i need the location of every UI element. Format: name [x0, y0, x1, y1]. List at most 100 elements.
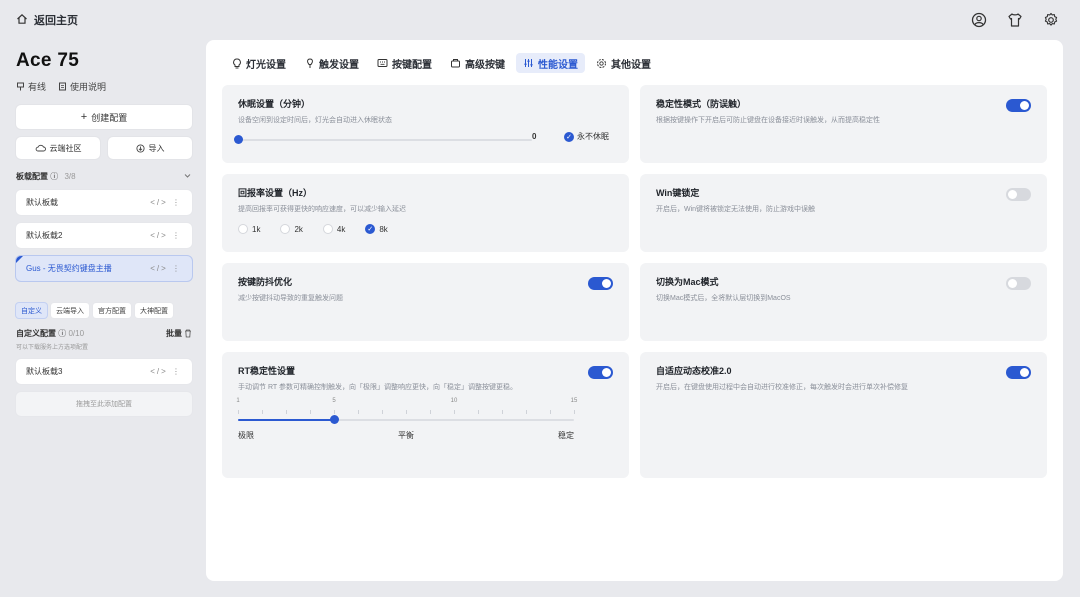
sleep-value: 0	[532, 132, 537, 141]
debounce-toggle[interactable]	[588, 277, 613, 290]
create-profile-label: 创建配置	[91, 112, 128, 123]
board-section-header[interactable]: 板载配置 ⓘ 3/8	[16, 171, 192, 182]
card-title: 按键防抖优化	[238, 277, 293, 287]
rt-tick	[454, 410, 455, 414]
mac-mode-card: 切换为Mac模式 切换Mac模式后，全将默认层切换到MacOS	[640, 263, 1047, 341]
wired-label: 有线	[28, 82, 47, 92]
card-title: 自适应动态校准2.0	[656, 366, 732, 376]
profile-name: Gus - 无畏契约键盘主播	[26, 264, 112, 273]
winlock-toggle[interactable]	[1006, 188, 1031, 201]
chip-official[interactable]: 官方配置	[93, 303, 131, 318]
settings-icon[interactable]	[1042, 11, 1060, 29]
profile-item[interactable]: 默认板载2 </> ⋮	[16, 223, 192, 248]
plus-icon: +	[80, 111, 88, 123]
profile-item[interactable]: 默认板载 </> ⋮	[16, 190, 192, 215]
rate-option-2k[interactable]: 2k	[280, 224, 303, 234]
sliders-icon	[523, 58, 534, 69]
rate-label: 1k	[252, 224, 261, 234]
rt-track[interactable]	[238, 415, 574, 424]
chip-cloud-import[interactable]: 云端导入	[51, 303, 89, 318]
rt-stability-card: RT稳定性设置 手动调节 RT 参数可精确控制触发，向「极限」调整响应更快，向「…	[222, 352, 629, 478]
rate-option-1k[interactable]: 1k	[238, 224, 260, 234]
chip-custom[interactable]: 自定义	[16, 303, 47, 318]
home-link[interactable]: 返回主页	[16, 12, 78, 28]
sidebar: Ace 75 有线 使用说明 + 创建配置 云端社区 导入 板载配置 ⓘ 3/8…	[16, 50, 192, 416]
custom-section-label: 自定义配置	[16, 329, 56, 338]
rt-scale-number: 5	[332, 398, 336, 404]
profile-item-active[interactable]: Gus - 无畏契约键盘主播 </> ⋮	[16, 256, 192, 281]
settings-tabs: 灯光设置 触发设置 按键配置 高级按键 性能设置 其他设置	[224, 53, 658, 73]
rt-tick	[238, 410, 239, 414]
tab-performance[interactable]: 性能设置	[516, 53, 585, 73]
create-profile-button[interactable]: + 创建配置	[16, 105, 192, 129]
board-section-label: 板载配置	[16, 172, 48, 181]
tab-advanced-keys[interactable]: 高级按键	[443, 53, 512, 73]
card-desc: 减少按键抖动导致的重复触发问题	[238, 295, 343, 302]
account-icon[interactable]	[970, 11, 988, 29]
rt-slider[interactable]: 1 5 10 15 极限 平衡 稳定	[236, 398, 577, 441]
profile-ops[interactable]: </> ⋮	[150, 231, 182, 240]
auto-calibration-toggle[interactable]	[1006, 366, 1031, 379]
debounce-card: 按键防抖优化 减少按键抖动导致的重复触发问题	[222, 263, 629, 341]
rt-labels: 极限 平衡 稳定	[238, 430, 574, 441]
radio-icon	[280, 224, 291, 234]
tab-trigger[interactable]: 触发设置	[297, 53, 366, 73]
custom-profile-item[interactable]: 默认板载3 </> ⋮	[16, 359, 192, 384]
rt-tick	[502, 410, 503, 414]
info-icon: ⓘ	[50, 172, 59, 181]
custom-section-header: 自定义配置 ⓘ 0/10 批量	[16, 328, 192, 339]
manual-label: 使用说明	[70, 82, 107, 92]
card-desc: 设备空闲到设定时间后，灯光会自动进入休眠状态	[238, 117, 392, 124]
theme-icon[interactable]	[1006, 11, 1024, 29]
profile-ops[interactable]: </> ⋮	[150, 264, 182, 273]
rt-tick	[334, 410, 335, 414]
cloud-community-label: 云端社区	[49, 143, 82, 153]
batch-button[interactable]: 批量	[166, 328, 192, 339]
rate-label: 4k	[336, 224, 346, 234]
rt-tick	[310, 410, 311, 414]
sleep-slider[interactable]	[234, 135, 532, 144]
gear-icon	[596, 58, 607, 69]
tab-label: 按键配置	[392, 59, 432, 71]
home-label: 返回主页	[34, 15, 78, 27]
tab-label: 灯光设置	[246, 59, 286, 71]
chevron-down-icon[interactable]	[183, 171, 192, 182]
tab-other[interactable]: 其他设置	[589, 53, 658, 73]
import-button[interactable]: 导入	[108, 137, 192, 159]
tab-lighting[interactable]: 灯光设置	[224, 53, 293, 73]
card-title: RT稳定性设置	[238, 366, 295, 376]
drop-zone[interactable]: 拖拽至此添加配置	[16, 392, 192, 416]
tab-key-mapping[interactable]: 按键配置	[370, 53, 439, 73]
card-desc: 根据按键操作下开启后可防止键盘在设备接近时误触发，从而提高稳定性	[656, 117, 880, 124]
usb-icon	[17, 82, 24, 91]
bulb-icon	[231, 57, 242, 69]
profile-source-chips: 自定义 云端导入 官方配置 大神配置	[16, 303, 192, 318]
rt-tick	[430, 410, 431, 414]
manual-link[interactable]: 使用说明	[58, 80, 106, 93]
home-icon	[16, 13, 28, 28]
app-window: 返回主页 Ace 75 有线 使用说明 + 创建配置 云端社区 导入 板载配置 …	[0, 0, 1080, 597]
rate-label: 8k	[379, 224, 388, 234]
profile-name: 默认板载	[26, 198, 58, 207]
profile-ops[interactable]: </> ⋮	[150, 198, 182, 207]
chip-expert[interactable]: 大神配置	[135, 303, 173, 318]
cloud-icon	[35, 144, 46, 152]
rate-option-4k[interactable]: 4k	[322, 224, 346, 234]
advanced-key-icon	[450, 58, 461, 69]
card-desc: 开启后，Win键将被锁定无法使用，防止游戏中误触	[656, 206, 816, 213]
rate-option-8k[interactable]: ✓ 8k	[365, 224, 388, 234]
stability-toggle[interactable]	[1006, 99, 1031, 112]
card-title: Win键锁定	[656, 188, 700, 198]
never-sleep-checkbox[interactable]: ✓ 永不休眠	[564, 131, 609, 142]
profile-name: 默认板载3	[26, 367, 63, 376]
main-panel: 灯光设置 触发设置 按键配置 高级按键 性能设置 其他设置 休眠设置（分钟） 设…	[206, 40, 1063, 581]
slider-thumb[interactable]	[234, 135, 243, 144]
rt-toggle[interactable]	[588, 366, 613, 379]
stability-card: 稳定性模式（防误触） 根据按键操作下开启后可防止键盘在设备接近时误触发，从而提高…	[640, 85, 1047, 163]
slider-thumb[interactable]	[330, 415, 339, 424]
mac-mode-toggle[interactable]	[1006, 277, 1031, 290]
cloud-community-button[interactable]: 云端社区	[16, 137, 100, 159]
rt-tick	[286, 410, 287, 414]
rt-tick	[262, 410, 263, 414]
profile-ops[interactable]: </> ⋮	[150, 367, 182, 376]
